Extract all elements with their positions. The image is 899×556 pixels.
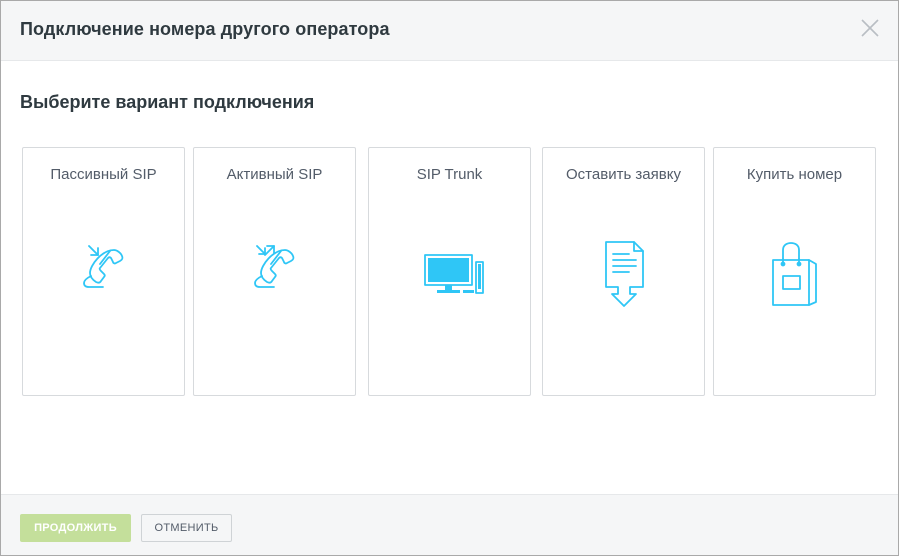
connect-number-dialog: Подключение номера другого оператора Выб… [0, 0, 899, 556]
continue-button[interactable]: ПРОДОЛЖИТЬ [20, 514, 131, 542]
option-label: SIP Trunk [416, 166, 483, 183]
incoming-call-icon [69, 238, 139, 308]
dialog-title: Подключение номера другого оператора [20, 19, 390, 39]
option-label: Пассивный SIP [50, 166, 157, 183]
section-title: Выберите вариант подключения [20, 92, 315, 112]
option-sip-trunk[interactable]: SIP Trunk [368, 147, 531, 396]
option-active-sip[interactable]: Активный SIP [193, 147, 356, 396]
option-passive-sip[interactable]: Пассивный SIP [22, 147, 185, 396]
cancel-button[interactable]: ОТМЕНИТЬ [141, 514, 232, 542]
computer-icon [415, 238, 485, 308]
document-download-icon [589, 238, 659, 308]
option-buy-number[interactable]: Купить номер [713, 147, 876, 396]
two-way-call-icon [240, 238, 310, 308]
close-icon [861, 19, 879, 37]
shopping-bag-icon [760, 238, 830, 308]
option-label: Купить номер [746, 166, 843, 183]
dialog-footer: ПРОДОЛЖИТЬ ОТМЕНИТЬ [1, 494, 898, 555]
option-label: Активный SIP [226, 166, 323, 183]
close-button[interactable] [858, 16, 882, 40]
option-leave-request[interactable]: Оставить заявку [542, 147, 705, 396]
option-label: Оставить заявку [566, 166, 681, 183]
dialog-header: Подключение номера другого оператора [1, 1, 898, 61]
